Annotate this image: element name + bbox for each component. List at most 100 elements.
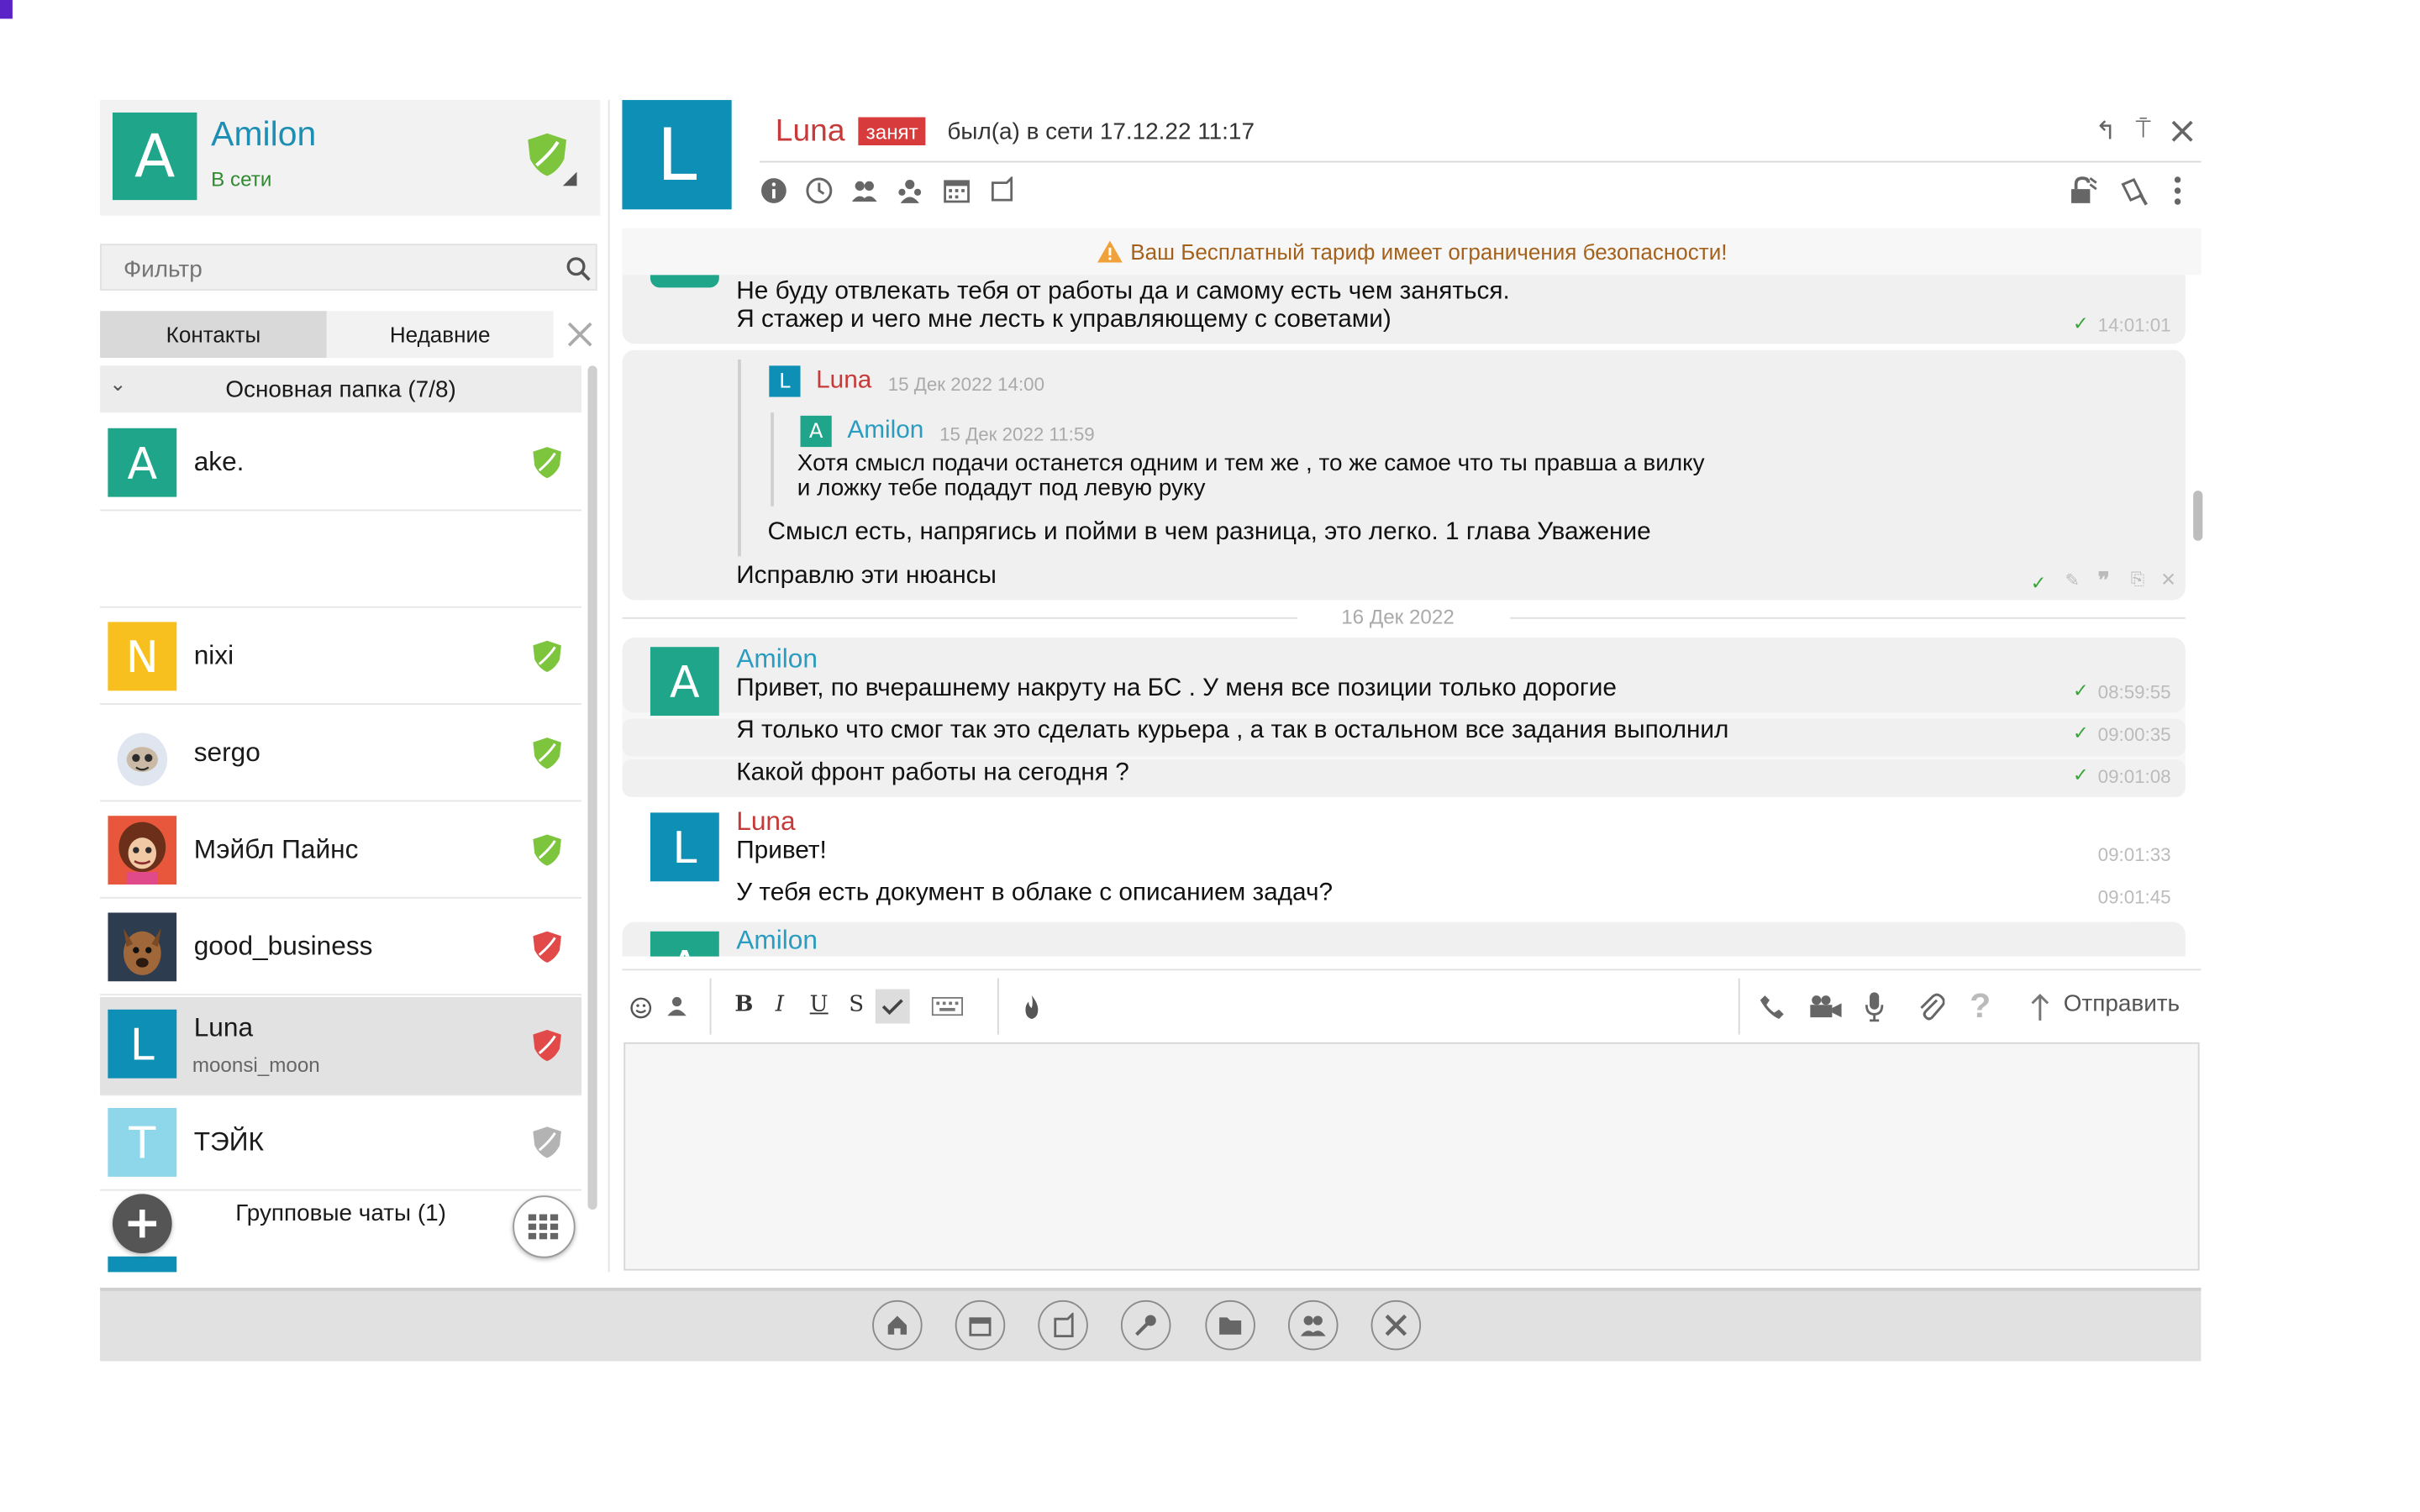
tab-recent[interactable]: Недавние xyxy=(326,311,554,359)
chat-avatar[interactable]: L xyxy=(622,100,732,210)
close-icon[interactable] xyxy=(2171,120,2193,142)
read-check-icon: ✓ xyxy=(2072,680,2089,702)
search-icon[interactable] xyxy=(566,256,591,281)
history-icon[interactable] xyxy=(805,176,833,204)
warning-icon xyxy=(1097,240,1123,263)
read-check-icon: ✓ xyxy=(2072,722,2089,744)
send-arrow-icon[interactable] xyxy=(2029,994,2051,1021)
forward-icon[interactable]: ⎘ xyxy=(2131,570,2144,591)
spellcheck-button[interactable] xyxy=(875,989,910,1024)
settings-nav-button[interactable] xyxy=(1370,1299,1422,1351)
folder-icon xyxy=(1219,1317,1242,1335)
message-time: 08:59:55 xyxy=(2097,681,2171,704)
green-shield-icon xyxy=(533,834,561,866)
edit-icon[interactable]: ✎ xyxy=(2065,570,2080,591)
keys-nav-button[interactable] xyxy=(1120,1299,1171,1351)
sender-avatar[interactable]: A xyxy=(650,647,719,717)
contact-item[interactable]: T ТЭЙК xyxy=(100,1095,582,1191)
notes-nav-button[interactable] xyxy=(1038,1299,1088,1351)
sender-name[interactable]: Amilon xyxy=(736,643,818,675)
delete-icon[interactable]: ✕ xyxy=(2160,569,2176,591)
burn-message-icon[interactable] xyxy=(1021,994,1043,1021)
calendar-icon xyxy=(969,1317,992,1336)
security-warning-banner[interactable]: Ваш Бесплатный тариф имеет ограничения б… xyxy=(622,228,2202,276)
messages-scrollbar[interactable] xyxy=(2193,491,2203,541)
dog-avatar-icon xyxy=(108,912,177,982)
sender-avatar[interactable]: L xyxy=(650,812,719,882)
contact-item[interactable]: N nixi xyxy=(100,610,582,706)
status-badge: занят xyxy=(858,117,927,146)
date-separator: 16 Дек 2022 xyxy=(622,603,2186,631)
mabel-avatar-icon xyxy=(108,816,177,885)
info-icon[interactable] xyxy=(760,176,787,204)
calendar-nav-button[interactable] xyxy=(955,1299,1006,1351)
separator-line xyxy=(1510,617,2186,619)
note-icon[interactable] xyxy=(990,176,1015,204)
strikethrough-button[interactable]: S xyxy=(849,992,864,1017)
contact-item-selected[interactable]: L Luna moonsi_moon xyxy=(100,996,582,1096)
contact-avatar: A xyxy=(108,428,177,497)
italic-button[interactable]: I xyxy=(776,992,784,1017)
group-icon[interactable] xyxy=(896,176,923,204)
toolbar-separator xyxy=(1738,978,1740,1035)
attachment-icon[interactable] xyxy=(1917,990,1945,1021)
chat-contact-name: Luna xyxy=(775,113,845,149)
filter-input[interactable] xyxy=(101,245,568,294)
profile-card[interactable]: A Amilon В сети xyxy=(100,100,601,216)
contact-item-empty xyxy=(100,511,582,608)
help-icon[interactable]: ? xyxy=(1970,986,1991,1026)
mention-contact-icon[interactable] xyxy=(665,995,690,1017)
tab-contacts[interactable]: Контакты xyxy=(100,311,327,359)
underline-button[interactable]: U xyxy=(810,992,829,1017)
video-call-icon[interactable] xyxy=(1808,994,1843,1019)
filter-box xyxy=(100,244,597,294)
unpin-icon[interactable]: ↰ xyxy=(2088,114,2123,149)
sender-name[interactable]: Luna xyxy=(736,806,795,837)
add-button[interactable] xyxy=(112,1194,172,1254)
keyboard-icon[interactable] xyxy=(931,996,964,1016)
pin-icon[interactable]: ⍑ xyxy=(2126,114,2160,149)
status-dropdown-icon[interactable] xyxy=(562,171,577,186)
plus-icon xyxy=(128,1209,157,1238)
files-nav-button[interactable] xyxy=(1205,1299,1255,1351)
home-icon xyxy=(887,1315,908,1335)
more-menu-icon[interactable] xyxy=(2171,175,2184,206)
message-input[interactable] xyxy=(623,1042,2200,1271)
microphone-icon[interactable] xyxy=(1865,990,1884,1022)
message-list[interactable]: Не буду отвлекать тебя от работы да и са… xyxy=(622,275,2188,957)
bold-button[interactable]: B xyxy=(734,992,753,1017)
message-group[interactable]: L Luna Привет! 09:01:33 У тебя есть доку… xyxy=(622,803,2186,916)
message-group-partial[interactable]: A Amilon xyxy=(622,921,2186,957)
contacts-icon[interactable] xyxy=(850,176,878,204)
folder-header[interactable]: ⌄ Основная папка (7/8) xyxy=(100,365,582,413)
phone-icon[interactable] xyxy=(1759,992,1786,1020)
contact-avatar-partial xyxy=(108,1256,177,1273)
chevron-down-icon[interactable]: ⌄ xyxy=(109,372,126,397)
sender-avatar[interactable]: A xyxy=(650,931,719,957)
contact-item[interactable]: Мэйбл Пайнс xyxy=(100,803,582,899)
nested-quote-bar xyxy=(771,412,774,507)
unlock-icon[interactable] xyxy=(2068,175,2099,206)
emoji-icon[interactable] xyxy=(630,997,652,1019)
message-text: Я только что смог так это сделать курьер… xyxy=(736,717,1729,744)
input-toolbar: B I U S ? Отправить xyxy=(622,969,2202,1042)
contacts-scrollbar[interactable] xyxy=(587,365,597,1210)
message-bubble[interactable]: Не буду отвлекать тебя от работы да и са… xyxy=(622,275,2186,344)
contact-item[interactable]: sergo xyxy=(100,706,582,802)
yeti-avatar-icon xyxy=(108,718,177,788)
contact-item[interactable]: good_business xyxy=(100,900,582,996)
quote-icon[interactable]: ❞ xyxy=(2098,567,2110,594)
tools-icon[interactable] xyxy=(566,320,593,348)
home-button[interactable] xyxy=(872,1299,923,1351)
contact-item[interactable]: A ake. xyxy=(100,416,582,512)
apps-grid-button[interactable] xyxy=(513,1195,576,1258)
calendar-icon[interactable] xyxy=(943,176,971,204)
reply-message-bubble[interactable]: L Luna 15 Дек 2022 14:00 A Amilon 15 Дек… xyxy=(622,349,2186,601)
clean-history-icon[interactable] xyxy=(2118,175,2149,206)
message-group[interactable]: A Amilon Привет, по вчерашнему накруту н… xyxy=(622,638,2186,797)
contacts-nav-button[interactable] xyxy=(1287,1299,1339,1351)
send-button[interactable]: Отправить xyxy=(2064,990,2180,1017)
banner-text: Ваш Бесплатный тариф имеет ограничения б… xyxy=(1130,239,1728,265)
group-chats-header[interactable]: Групповые чаты (1) xyxy=(100,1189,581,1236)
sender-name[interactable]: Amilon xyxy=(736,925,818,956)
